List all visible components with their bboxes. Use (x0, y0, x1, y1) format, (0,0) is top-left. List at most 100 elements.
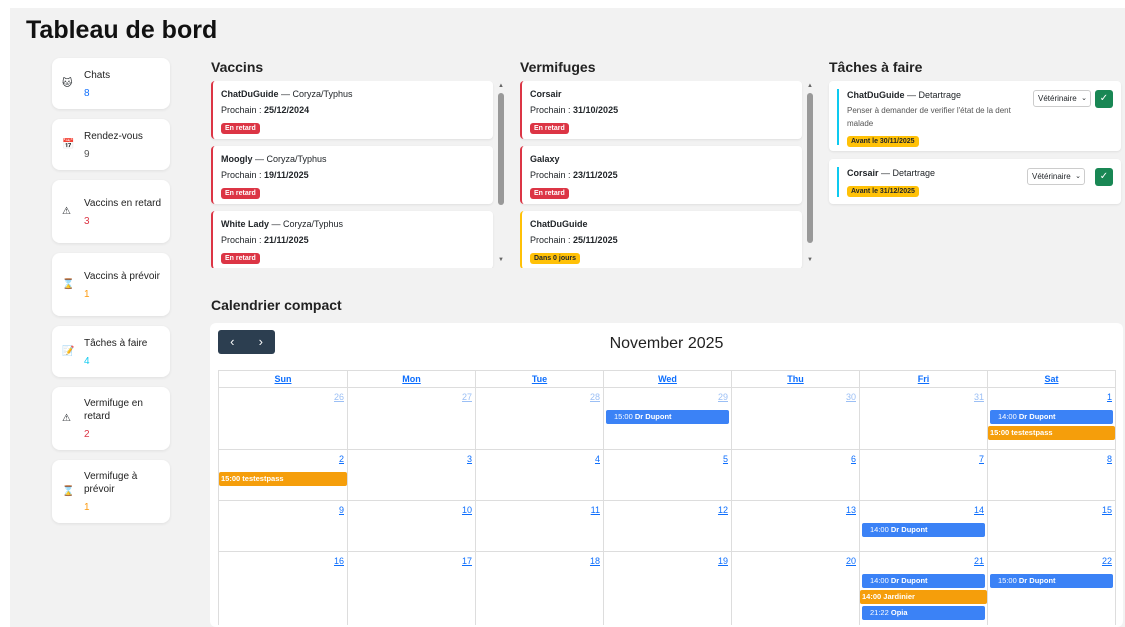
calendar-day[interactable]: 31 (859, 388, 987, 449)
calendar-day[interactable]: 3 (347, 450, 475, 500)
scroll-down-icon[interactable]: ▼ (807, 257, 813, 263)
list-item[interactable]: White Lady — Coryza/Typhus Prochain : 21/… (211, 211, 493, 268)
day-number-link[interactable]: 15 (1102, 505, 1112, 515)
stat-card-taches[interactable]: 📝 Tâches à faire 4 (52, 326, 170, 377)
day-number-link[interactable]: 17 (462, 556, 472, 566)
calendar-day[interactable]: 27 (347, 388, 475, 449)
scroll-down-icon[interactable]: ▼ (498, 257, 504, 263)
calendar-event[interactable]: 14:00 Dr Dupont (862, 523, 985, 537)
calendar-day[interactable]: 13 (731, 501, 859, 551)
assignee-select[interactable]: Vétérinaire ⌄ (1027, 168, 1085, 185)
day-number-link[interactable]: 4 (595, 454, 600, 464)
calendar-day[interactable]: 12 (603, 501, 731, 551)
assignee-select[interactable]: Vétérinaire ⌄ (1033, 90, 1091, 107)
calendar-day[interactable]: 29 15:00 Dr Dupont (603, 388, 731, 449)
calendar-day[interactable]: 28 (475, 388, 603, 449)
day-number-link[interactable]: 19 (718, 556, 728, 566)
scroll-up-icon[interactable]: ▲ (807, 83, 813, 89)
list-item[interactable]: ChatDuGuide Prochain : 25/11/2025 Dans 0 j… (520, 211, 802, 268)
stat-card-vermifuge-en-retard[interactable]: ⚠ Vermifuge en retard 2 (52, 387, 170, 450)
complete-task-button[interactable]: ✓ (1095, 90, 1113, 108)
day-number-link[interactable]: 30 (846, 392, 856, 402)
vaccins-list[interactable]: ChatDuGuide — Coryza/Typhus Prochain : 25… (211, 81, 507, 268)
calendar-day[interactable]: 1 14:00 Dr Dupont 15:00 testestpass (987, 388, 1115, 449)
vaccins-scrollbar[interactable]: ▲ ▼ (497, 81, 505, 268)
day-number-link[interactable]: 10 (462, 505, 472, 515)
list-item[interactable]: Galaxy Prochain : 23/11/2025 En retard (520, 146, 802, 204)
prev-month-button[interactable]: ‹ (218, 330, 247, 354)
list-item[interactable]: Corsair Prochain : 31/10/2025 En retard (520, 81, 802, 139)
list-item[interactable]: ChatDuGuide — Coryza/Typhus Prochain : 25… (211, 81, 493, 139)
calendar-event[interactable]: 15:00 testestpass (219, 472, 347, 486)
calendar-day[interactable]: 6 (731, 450, 859, 500)
calendar-day[interactable]: 19 (603, 552, 731, 625)
weekday-label[interactable]: Sat (987, 371, 1115, 387)
day-number-link[interactable]: 1 (1107, 392, 1112, 402)
calendar-day[interactable]: 16 (219, 552, 347, 625)
weekday-label[interactable]: Thu (731, 371, 859, 387)
stat-card-rendez-vous[interactable]: 📅 Rendez-vous 9 (52, 119, 170, 170)
weekday-label[interactable]: Sun (219, 371, 347, 387)
day-number-link[interactable]: 3 (467, 454, 472, 464)
calendar-day[interactable]: 21 14:00 Dr Dupont 14:00 Jardinier 21:22 Op… (859, 552, 987, 625)
calendar-event[interactable]: 15:00 testestpass (988, 426, 1115, 440)
calendar-day[interactable]: 18 (475, 552, 603, 625)
stat-card-chats[interactable]: 🐱 Chats 8 (52, 58, 170, 109)
calendar-event[interactable]: 21:22 Opia (862, 606, 985, 620)
stat-card-vaccins-en-retard[interactable]: ⚠ Vaccins en retard 3 (52, 180, 170, 243)
stat-card-vermifuge-a-prevoir[interactable]: ⌛ Vermifuge à prévoir 1 (52, 460, 170, 523)
stat-card-vaccins-a-prevoir[interactable]: ⌛ Vaccins à prévoir 1 (52, 253, 170, 316)
weekday-label[interactable]: Mon (347, 371, 475, 387)
calendar-day[interactable]: 5 (603, 450, 731, 500)
day-number-link[interactable]: 28 (590, 392, 600, 402)
day-number-link[interactable]: 21 (974, 556, 984, 566)
day-number-link[interactable]: 5 (723, 454, 728, 464)
vermifuges-scrollbar[interactable]: ▲ ▼ (806, 81, 814, 268)
day-number-link[interactable]: 12 (718, 505, 728, 515)
day-number-link[interactable]: 8 (1107, 454, 1112, 464)
calendar-event[interactable]: 14:00 Dr Dupont (990, 410, 1113, 424)
day-number-link[interactable]: 14 (974, 505, 984, 515)
calendar-day[interactable]: 9 (219, 501, 347, 551)
calendar-event[interactable]: 15:00 Dr Dupont (990, 574, 1113, 588)
day-number-link[interactable]: 6 (851, 454, 856, 464)
calendar-day[interactable]: 20 (731, 552, 859, 625)
calendar-day[interactable]: 15 (987, 501, 1115, 551)
calendar-event[interactable]: 14:00 Dr Dupont (862, 574, 985, 588)
day-number-link[interactable]: 9 (339, 505, 344, 515)
vermifuges-list[interactable]: Corsair Prochain : 31/10/2025 En retard Gal… (520, 81, 816, 268)
day-number-link[interactable]: 27 (462, 392, 472, 402)
calendar-event[interactable]: 15:00 Dr Dupont (606, 410, 729, 424)
calendar-day[interactable]: 2 15:00 testestpass (219, 450, 347, 500)
calendar-day[interactable]: 17 (347, 552, 475, 625)
day-number-link[interactable]: 26 (334, 392, 344, 402)
day-number-link[interactable]: 20 (846, 556, 856, 566)
day-number-link[interactable]: 18 (590, 556, 600, 566)
scroll-thumb[interactable] (498, 93, 504, 205)
day-number-link[interactable]: 11 (591, 505, 600, 515)
calendar-day[interactable]: 14 14:00 Dr Dupont (859, 501, 987, 551)
weekday-label[interactable]: Tue (475, 371, 603, 387)
calendar-day[interactable]: 8 (987, 450, 1115, 500)
calendar-day[interactable]: 22 15:00 Dr Dupont (987, 552, 1115, 625)
calendar-day[interactable]: 7 (859, 450, 987, 500)
day-number-link[interactable]: 16 (334, 556, 344, 566)
day-number-link[interactable]: 13 (846, 505, 856, 515)
complete-task-button[interactable]: ✓ (1095, 168, 1113, 186)
calendar-day[interactable]: 10 (347, 501, 475, 551)
scroll-thumb[interactable] (807, 93, 813, 243)
day-number-link[interactable]: 22 (1102, 556, 1112, 566)
calendar-day[interactable]: 30 (731, 388, 859, 449)
calendar-day[interactable]: 26 (219, 388, 347, 449)
weekday-label[interactable]: Wed (603, 371, 731, 387)
calendar-day[interactable]: 11 (475, 501, 603, 551)
list-item[interactable]: Moogly — Coryza/Typhus Prochain : 19/11/2… (211, 146, 493, 204)
calendar-day[interactable]: 4 (475, 450, 603, 500)
weekday-label[interactable]: Fri (859, 371, 987, 387)
day-number-link[interactable]: 29 (718, 392, 728, 402)
scroll-up-icon[interactable]: ▲ (498, 83, 504, 89)
next-month-button[interactable]: › (247, 330, 276, 354)
day-number-link[interactable]: 2 (339, 454, 344, 464)
calendar-event[interactable]: 14:00 Jardinier (860, 590, 987, 604)
day-number-link[interactable]: 7 (979, 454, 984, 464)
